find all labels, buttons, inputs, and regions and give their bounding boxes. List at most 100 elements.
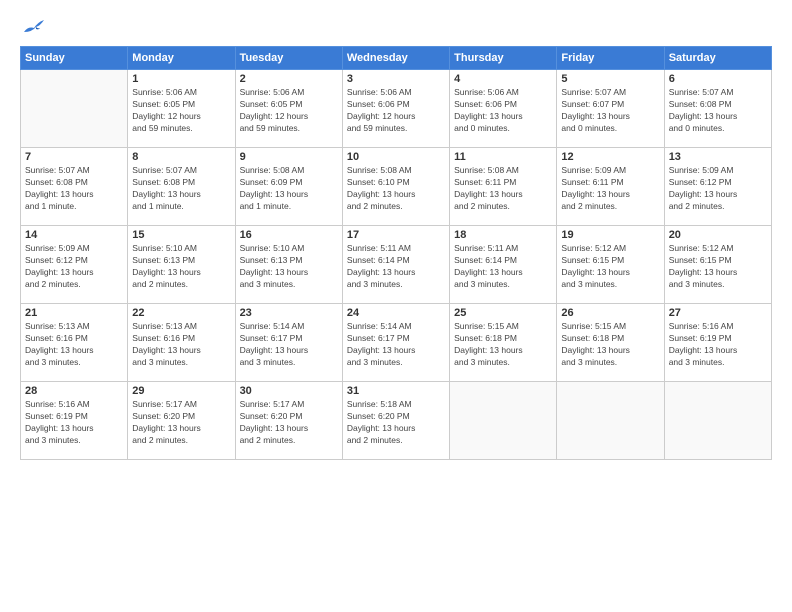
day-number: 30 <box>240 385 338 397</box>
day-info: Sunrise: 5:10 AM Sunset: 6:13 PM Dayligh… <box>132 243 230 291</box>
calendar-cell: 8Sunrise: 5:07 AM Sunset: 6:08 PM Daylig… <box>128 148 235 226</box>
day-number: 19 <box>561 229 659 241</box>
day-info: Sunrise: 5:15 AM Sunset: 6:18 PM Dayligh… <box>561 321 659 369</box>
day-number: 26 <box>561 307 659 319</box>
calendar-cell: 14Sunrise: 5:09 AM Sunset: 6:12 PM Dayli… <box>21 226 128 304</box>
day-info: Sunrise: 5:07 AM Sunset: 6:08 PM Dayligh… <box>669 87 767 135</box>
day-info: Sunrise: 5:11 AM Sunset: 6:14 PM Dayligh… <box>454 243 552 291</box>
day-number: 18 <box>454 229 552 241</box>
header <box>20 18 772 36</box>
day-number: 31 <box>347 385 445 397</box>
calendar-cell: 25Sunrise: 5:15 AM Sunset: 6:18 PM Dayli… <box>450 304 557 382</box>
calendar-cell: 11 Sunrise: 5:08 AM Sunset: 6:11 PM Dayli… <box>450 148 557 226</box>
day-number: 4 <box>454 73 552 85</box>
calendar-cell: 29 Sunrise: 5:17 AM Sunset: 6:20 PM Dayli… <box>128 382 235 460</box>
day-number: 13 <box>669 151 767 163</box>
day-number: 11 <box>454 151 552 163</box>
day-number: 2 <box>240 73 338 85</box>
day-number: 29 <box>132 385 230 397</box>
day-number: 17 <box>347 229 445 241</box>
calendar-cell: 31Sunrise: 5:18 AM Sunset: 6:20 PM Dayli… <box>342 382 449 460</box>
day-info: Sunrise: 5:13 AM Sunset: 6:16 PM Dayligh… <box>132 321 230 369</box>
day-info: Sunrise: 5:06 AM Sunset: 6:05 PM Dayligh… <box>240 87 338 135</box>
col-header-sunday: Sunday <box>21 47 128 70</box>
calendar-cell: 17 Sunrise: 5:11 AM Sunset: 6:14 PM Dayli… <box>342 226 449 304</box>
day-info: Sunrise: 5:06 AM Sunset: 6:05 PM Dayligh… <box>132 87 230 135</box>
day-number: 27 <box>669 307 767 319</box>
calendar-cell: 21 Sunrise: 5:13 AM Sunset: 6:16 PM Dayli… <box>21 304 128 382</box>
day-info: Sunrise: 5:16 AM Sunset: 6:19 PM Dayligh… <box>669 321 767 369</box>
calendar-cell: 28Sunrise: 5:16 AM Sunset: 6:19 PM Dayli… <box>21 382 128 460</box>
col-header-friday: Friday <box>557 47 664 70</box>
calendar-week-4: 21 Sunrise: 5:13 AM Sunset: 6:16 PM Dayli… <box>21 304 772 382</box>
day-info: Sunrise: 5:10 AM Sunset: 6:13 PM Dayligh… <box>240 243 338 291</box>
calendar-cell: 5Sunrise: 5:07 AM Sunset: 6:07 PM Daylig… <box>557 70 664 148</box>
calendar-cell: 1 Sunrise: 5:06 AM Sunset: 6:05 PM Daylig… <box>128 70 235 148</box>
day-info: Sunrise: 5:12 AM Sunset: 6:15 PM Dayligh… <box>561 243 659 291</box>
day-info: Sunrise: 5:08 AM Sunset: 6:11 PM Dayligh… <box>454 165 552 213</box>
day-info: Sunrise: 5:17 AM Sunset: 6:20 PM Dayligh… <box>240 399 338 447</box>
day-info: Sunrise: 5:07 AM Sunset: 6:08 PM Dayligh… <box>25 165 123 213</box>
calendar-cell: 15 Sunrise: 5:10 AM Sunset: 6:13 PM Dayli… <box>128 226 235 304</box>
calendar-cell <box>557 382 664 460</box>
day-number: 21 <box>25 307 123 319</box>
day-info: Sunrise: 5:17 AM Sunset: 6:20 PM Dayligh… <box>132 399 230 447</box>
day-number: 14 <box>25 229 123 241</box>
calendar-cell: 10Sunrise: 5:08 AM Sunset: 6:10 PM Dayli… <box>342 148 449 226</box>
logo <box>20 18 44 36</box>
col-header-saturday: Saturday <box>664 47 771 70</box>
calendar-week-2: 7 Sunrise: 5:07 AM Sunset: 6:08 PM Daylig… <box>21 148 772 226</box>
col-header-thursday: Thursday <box>450 47 557 70</box>
col-header-monday: Monday <box>128 47 235 70</box>
day-number: 7 <box>25 151 123 163</box>
calendar-cell: 23 Sunrise: 5:14 AM Sunset: 6:17 PM Dayli… <box>235 304 342 382</box>
calendar-cell <box>21 70 128 148</box>
calendar-cell: 7 Sunrise: 5:07 AM Sunset: 6:08 PM Daylig… <box>21 148 128 226</box>
day-info: Sunrise: 5:12 AM Sunset: 6:15 PM Dayligh… <box>669 243 767 291</box>
calendar-table: SundayMondayTuesdayWednesdayThursdayFrid… <box>20 46 772 460</box>
calendar-cell: 12Sunrise: 5:09 AM Sunset: 6:11 PM Dayli… <box>557 148 664 226</box>
calendar-cell: 3Sunrise: 5:06 AM Sunset: 6:06 PM Daylig… <box>342 70 449 148</box>
calendar-week-3: 14Sunrise: 5:09 AM Sunset: 6:12 PM Dayli… <box>21 226 772 304</box>
day-number: 5 <box>561 73 659 85</box>
day-number: 20 <box>669 229 767 241</box>
day-info: Sunrise: 5:09 AM Sunset: 6:12 PM Dayligh… <box>669 165 767 213</box>
calendar-cell: 26 Sunrise: 5:15 AM Sunset: 6:18 PM Dayli… <box>557 304 664 382</box>
day-number: 22 <box>132 307 230 319</box>
day-info: Sunrise: 5:14 AM Sunset: 6:17 PM Dayligh… <box>240 321 338 369</box>
page: SundayMondayTuesdayWednesdayThursdayFrid… <box>0 0 792 612</box>
calendar-cell: 2 Sunrise: 5:06 AM Sunset: 6:05 PM Daylig… <box>235 70 342 148</box>
day-info: Sunrise: 5:06 AM Sunset: 6:06 PM Dayligh… <box>347 87 445 135</box>
col-header-wednesday: Wednesday <box>342 47 449 70</box>
day-number: 6 <box>669 73 767 85</box>
calendar-week-1: 1 Sunrise: 5:06 AM Sunset: 6:05 PM Daylig… <box>21 70 772 148</box>
calendar-cell <box>450 382 557 460</box>
day-info: Sunrise: 5:06 AM Sunset: 6:06 PM Dayligh… <box>454 87 552 135</box>
calendar-cell: 20 Sunrise: 5:12 AM Sunset: 6:15 PM Dayli… <box>664 226 771 304</box>
day-info: Sunrise: 5:16 AM Sunset: 6:19 PM Dayligh… <box>25 399 123 447</box>
calendar-header-row: SundayMondayTuesdayWednesdayThursdayFrid… <box>21 47 772 70</box>
day-info: Sunrise: 5:15 AM Sunset: 6:18 PM Dayligh… <box>454 321 552 369</box>
day-number: 15 <box>132 229 230 241</box>
logo-bird-icon <box>22 18 44 36</box>
day-number: 12 <box>561 151 659 163</box>
day-number: 8 <box>132 151 230 163</box>
day-number: 10 <box>347 151 445 163</box>
calendar-cell: 6 Sunrise: 5:07 AM Sunset: 6:08 PM Daylig… <box>664 70 771 148</box>
col-header-tuesday: Tuesday <box>235 47 342 70</box>
calendar-cell: 30 Sunrise: 5:17 AM Sunset: 6:20 PM Dayli… <box>235 382 342 460</box>
day-number: 23 <box>240 307 338 319</box>
calendar-cell: 24Sunrise: 5:14 AM Sunset: 6:17 PM Dayli… <box>342 304 449 382</box>
day-number: 1 <box>132 73 230 85</box>
day-info: Sunrise: 5:11 AM Sunset: 6:14 PM Dayligh… <box>347 243 445 291</box>
day-info: Sunrise: 5:13 AM Sunset: 6:16 PM Dayligh… <box>25 321 123 369</box>
calendar-cell: 19 Sunrise: 5:12 AM Sunset: 6:15 PM Dayli… <box>557 226 664 304</box>
calendar-cell <box>664 382 771 460</box>
day-info: Sunrise: 5:08 AM Sunset: 6:09 PM Dayligh… <box>240 165 338 213</box>
calendar-cell: 9 Sunrise: 5:08 AM Sunset: 6:09 PM Daylig… <box>235 148 342 226</box>
calendar-week-5: 28Sunrise: 5:16 AM Sunset: 6:19 PM Dayli… <box>21 382 772 460</box>
day-number: 9 <box>240 151 338 163</box>
calendar-cell: 18 Sunrise: 5:11 AM Sunset: 6:14 PM Dayli… <box>450 226 557 304</box>
calendar-cell: 27 Sunrise: 5:16 AM Sunset: 6:19 PM Dayli… <box>664 304 771 382</box>
day-number: 16 <box>240 229 338 241</box>
